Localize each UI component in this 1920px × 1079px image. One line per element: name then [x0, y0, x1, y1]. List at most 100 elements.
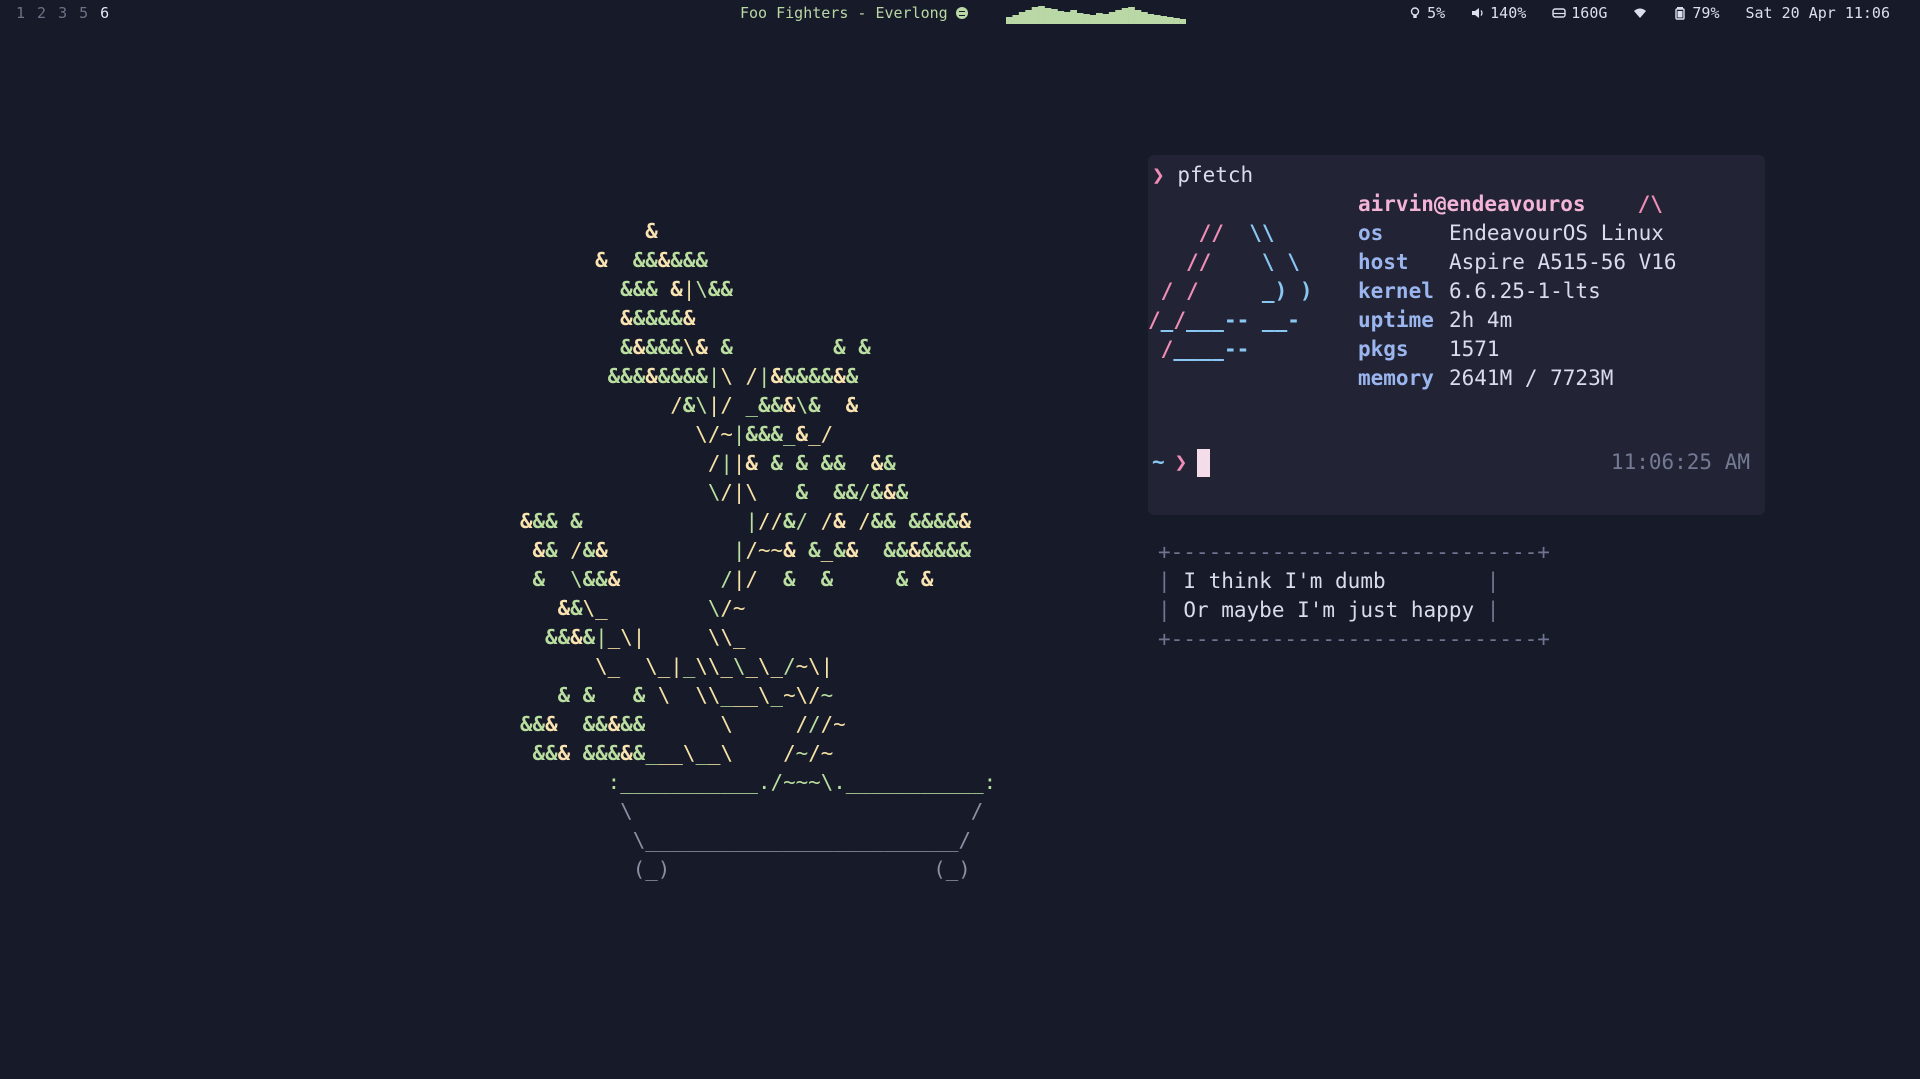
logo-line: /____--	[1160, 337, 1250, 361]
visualizer-bar	[1012, 15, 1020, 24]
volume-widget[interactable]: 140%	[1471, 4, 1526, 22]
bonsai-line: & \&&& /|/ & & & &	[532, 567, 934, 591]
visualizer-bar	[1089, 15, 1097, 24]
info-row-os: os EndeavourOS Linux	[1358, 219, 1677, 248]
bonsai-line: /&\|/ _&&&\& &	[670, 393, 859, 417]
spotify-icon	[955, 7, 968, 19]
user-host: airvin@endeavouros	[1358, 192, 1586, 216]
cwd: ~	[1152, 450, 1165, 474]
user-logo: /\	[1637, 192, 1663, 216]
bonsai-line: \_________________________/	[632, 828, 972, 852]
visualizer-bar	[1025, 10, 1033, 24]
info-value: EndeavourOS Linux	[1449, 221, 1664, 245]
workspace-1[interactable]: 1	[16, 4, 25, 22]
visualizer-bar	[1134, 10, 1142, 24]
info-row-host: host Aspire A515-56 V16	[1358, 248, 1677, 277]
logo-line: /_/___-- __-	[1148, 308, 1300, 332]
info-row-pkgs: pkgs 1571	[1358, 335, 1677, 364]
bonsai-line: \_ \_|_\\_\_\_/~\|	[595, 654, 834, 678]
media-title: Foo Fighters - Everlong	[740, 4, 948, 22]
logo-line: / / _) )	[1160, 279, 1313, 303]
bonsai-line: & & & \ \\___\_~\/~	[557, 683, 834, 707]
bonsai-line: (_) (_)	[632, 857, 971, 881]
visualizer-bar	[1044, 8, 1052, 24]
fortune-top-border: +-----------------------------+	[1158, 540, 1550, 564]
info-key: kernel	[1358, 279, 1434, 303]
user-row: airvin@endeavouros /\	[1358, 190, 1677, 219]
info-key: memory	[1358, 366, 1434, 390]
bonsai-line: &&\_ \/~	[557, 596, 746, 620]
audio-visualizer	[1006, 6, 1186, 24]
info-row-uptime: uptime 2h 4m	[1358, 306, 1677, 335]
shell-prompt[interactable]: ~ ❯	[1152, 448, 1211, 477]
workspace-switcher: 12356	[16, 4, 109, 22]
pfetch-info: airvin@endeavouros /\ os EndeavourOS Linu…	[1358, 190, 1677, 393]
info-row-memory: memory 2641M / 7723M	[1358, 364, 1677, 393]
top-bar: 12356 Foo Fighters - Everlong 5% 140% 16…	[0, 0, 1920, 28]
info-value: Aspire A515-56 V16	[1449, 250, 1677, 274]
bonsai-line: &&&&|_\| \\_	[545, 625, 746, 649]
prompt-time: 11:06:25 AM	[1610, 450, 1750, 474]
info-key: host	[1358, 250, 1409, 274]
bonsai-line: &&& &|\&&	[620, 277, 733, 301]
bonsai-line: && /&& |/~~& &_&& &&&&&&&	[532, 538, 972, 562]
visualizer-bar	[1147, 14, 1155, 24]
info-key: uptime	[1358, 308, 1434, 332]
command-text: pfetch	[1177, 163, 1254, 187]
visualizer-bar	[1166, 17, 1174, 24]
volume-value: 140%	[1490, 4, 1527, 22]
bonsai-line: &&&&&&	[620, 306, 696, 330]
visualizer-bar	[1102, 14, 1110, 24]
visualizer-bar	[1160, 16, 1168, 24]
os-logo-ascii: // \\ // \ \ / / _) ) /_/___-- __- /____…	[1148, 219, 1313, 364]
bonsai-line: &&&&&&&&|\ /|&&&&&&&	[607, 364, 859, 388]
text-cursor	[1197, 448, 1211, 477]
fortune-line: I think I'm dumb	[1183, 569, 1386, 593]
workspace-5[interactable]: 5	[79, 4, 88, 22]
brightness-widget[interactable]: 5%	[1408, 4, 1445, 22]
workspace-6[interactable]: 6	[100, 4, 109, 22]
bonsai-line: &&&&&\& & & &	[620, 335, 871, 359]
bonsai-line: :___________./~~~\.___________:	[607, 770, 997, 794]
visualizer-bar	[1128, 7, 1135, 24]
logo-line: // \\	[1198, 221, 1275, 245]
clock-widget[interactable]: Sat 20 Apr 11:06	[1746, 4, 1891, 22]
visualizer-bar	[1038, 6, 1045, 24]
visualizer-bar	[1179, 19, 1186, 24]
visualizer-bar	[1051, 9, 1058, 24]
workspace-2[interactable]: 2	[37, 4, 46, 22]
visualizer-bar	[1153, 15, 1161, 24]
visualizer-bar	[1121, 8, 1129, 24]
disk-icon	[1552, 8, 1566, 18]
prompt-arrow: ❯	[1152, 163, 1165, 187]
info-row-kernel: kernel 6.6.25-1-lts	[1358, 277, 1677, 306]
visualizer-bar	[1018, 12, 1026, 24]
media-widget[interactable]: Foo Fighters - Everlong	[740, 4, 968, 22]
info-key: pkgs	[1358, 337, 1409, 361]
bonsai-line: &&& &&&&&___\__\ /~/~	[532, 741, 834, 765]
date-time: Sat 20 Apr 11:06	[1745, 4, 1891, 22]
visualizer-bar	[1115, 10, 1123, 24]
prompt-arrow: ❯	[1174, 450, 1188, 474]
terminal-window[interactable]: ❯ pfetch // \\ // \ \ / / _) ) /_/___-- …	[1148, 155, 1765, 515]
wifi-widget[interactable]	[1633, 6, 1647, 20]
bonsai-line: &	[645, 219, 658, 243]
visualizer-bar	[1083, 14, 1090, 24]
battery-value: 79%	[1692, 4, 1720, 22]
visualizer-bar	[1108, 12, 1116, 24]
logo-line: // \ \	[1185, 250, 1300, 274]
battery-widget[interactable]: 79%	[1673, 4, 1720, 22]
fortune-line: Or maybe I'm just happy	[1183, 598, 1475, 622]
bonsai-line: \/|\ & &&/&&&	[707, 480, 909, 504]
workspace-3[interactable]: 3	[58, 4, 67, 22]
visualizer-bar	[1141, 12, 1148, 24]
info-value: 1571	[1449, 337, 1500, 361]
info-value: 6.6.25-1-lts	[1449, 279, 1601, 303]
disk-widget[interactable]: 160G	[1552, 4, 1607, 22]
speaker-icon	[1472, 8, 1483, 18]
bonsai-line: &&& &&&&& \ ///~	[520, 712, 846, 736]
bonsai-line: & &&&&&&	[595, 248, 708, 272]
bonsai-line: &&& & |//&/ /& /&& &&&&&	[520, 509, 971, 533]
info-value: 2h 4m	[1449, 308, 1513, 332]
visualizer-bar	[1070, 10, 1078, 24]
